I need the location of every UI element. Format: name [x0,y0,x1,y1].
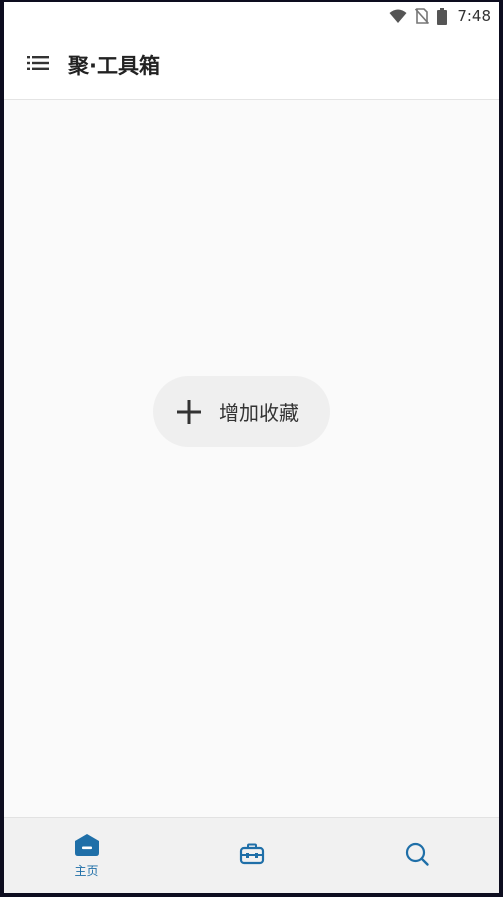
nav-item-home-label: 主页 [74,863,99,878]
menu-button[interactable] [10,37,66,93]
app-bar: 聚·工具箱 [4,30,499,100]
add-favorite-label: 增加收藏 [219,401,299,425]
page-title: 聚·工具箱 [68,53,160,78]
nav-item-toolbox[interactable] [169,818,334,893]
battery-icon [437,7,448,25]
status-time: 7:48 [457,7,491,25]
menu-list-icon [27,55,49,75]
home-icon [74,833,100,861]
device-frame-right [499,0,503,897]
no-sim-icon [415,8,430,24]
search-icon [404,841,430,871]
bottom-nav: 主页 [4,817,499,893]
status-bar: 7:48 [4,2,499,30]
wifi-icon [389,9,407,24]
nav-item-home[interactable]: 主页 [4,818,169,893]
device-frame-bottom [0,893,503,897]
plus-icon [175,398,203,426]
nav-item-search[interactable] [334,818,499,893]
main-content: 增加收藏 [4,101,499,817]
add-favorite-button[interactable]: 增加收藏 [153,376,330,447]
phone-screen: 7:48 聚·工具箱 增加收藏 主页 [4,2,499,893]
toolbox-icon [239,843,265,869]
